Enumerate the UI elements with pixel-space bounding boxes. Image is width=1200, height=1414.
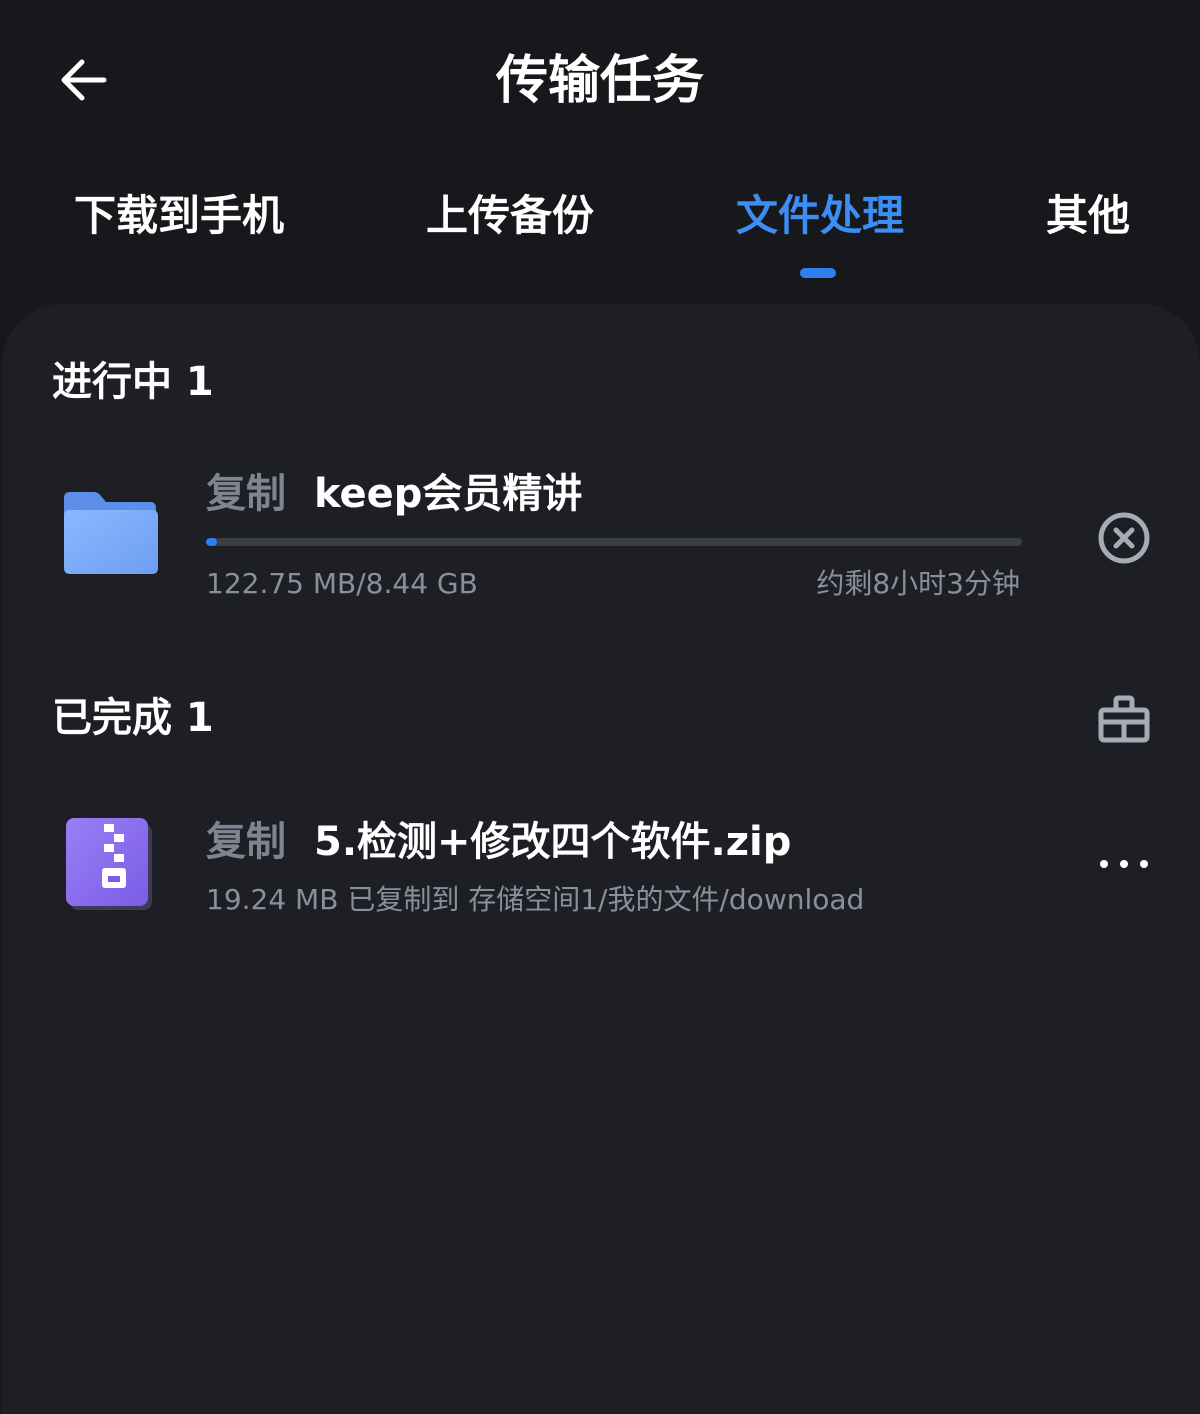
task-panel: 进行中 1 复制 keep会员精讲 122.75 MB/8.44 GB 约剩8小… [2, 304, 1200, 1414]
header: 传输任务 [0, 0, 1200, 160]
tab-file-processing[interactable]: 文件处理 [736, 188, 904, 244]
tab-bar: 下载到手机 上传备份 文件处理 其他 [0, 180, 1200, 290]
more-dots-icon [1100, 860, 1148, 868]
cancel-circle-icon [1098, 512, 1150, 564]
file-name-text: keep会员精讲 [314, 471, 583, 517]
task-file-name: 复制 keep会员精讲 [206, 468, 582, 520]
cancel-task-button[interactable] [1094, 508, 1154, 568]
broom-clear-icon [1098, 695, 1150, 743]
more-options-button[interactable] [1092, 836, 1156, 892]
in-progress-task-row[interactable]: 复制 keep会员精讲 122.75 MB/8.44 GB 约剩8小时3分钟 [2, 454, 1200, 634]
operation-label: 复制 [206, 819, 286, 865]
zip-archive-icon [66, 818, 152, 910]
completed-section-title: 已完成 1 [52, 695, 214, 741]
page-title: 传输任务 [495, 51, 704, 111]
file-name-text: 5.检测+修改四个软件.zip [314, 819, 792, 865]
clear-completed-button[interactable] [1092, 688, 1156, 752]
progress-fill [206, 538, 218, 546]
completed-task-row[interactable]: 复制 5.检测+修改四个软件.zip 19.24 MB 已复制到 存储空间1/我的… [2, 794, 1200, 944]
progress-bar [206, 538, 1022, 546]
completed-detail-text: 19.24 MB 已复制到 存储空间1/我的文件/download [206, 883, 865, 916]
folder-icon [64, 492, 158, 574]
tab-download-to-phone[interactable]: 下载到手机 [74, 188, 284, 244]
operation-label: 复制 [206, 471, 286, 517]
size-progress-text: 122.75 MB/8.44 GB [206, 567, 478, 600]
tab-upload-backup[interactable]: 上传备份 [426, 188, 594, 244]
app-root: 传输任务 下载到手机 上传备份 文件处理 其他 进行中 1 复制 keep会员精… [0, 0, 1200, 1414]
completed-file-name: 复制 5.检测+修改四个软件.zip [206, 816, 791, 868]
remaining-time-text: 约剩8小时3分钟 [816, 567, 1020, 600]
in-progress-section-title: 进行中 1 [52, 359, 214, 405]
tab-other[interactable]: 其他 [1046, 188, 1130, 244]
active-tab-indicator [800, 268, 836, 278]
